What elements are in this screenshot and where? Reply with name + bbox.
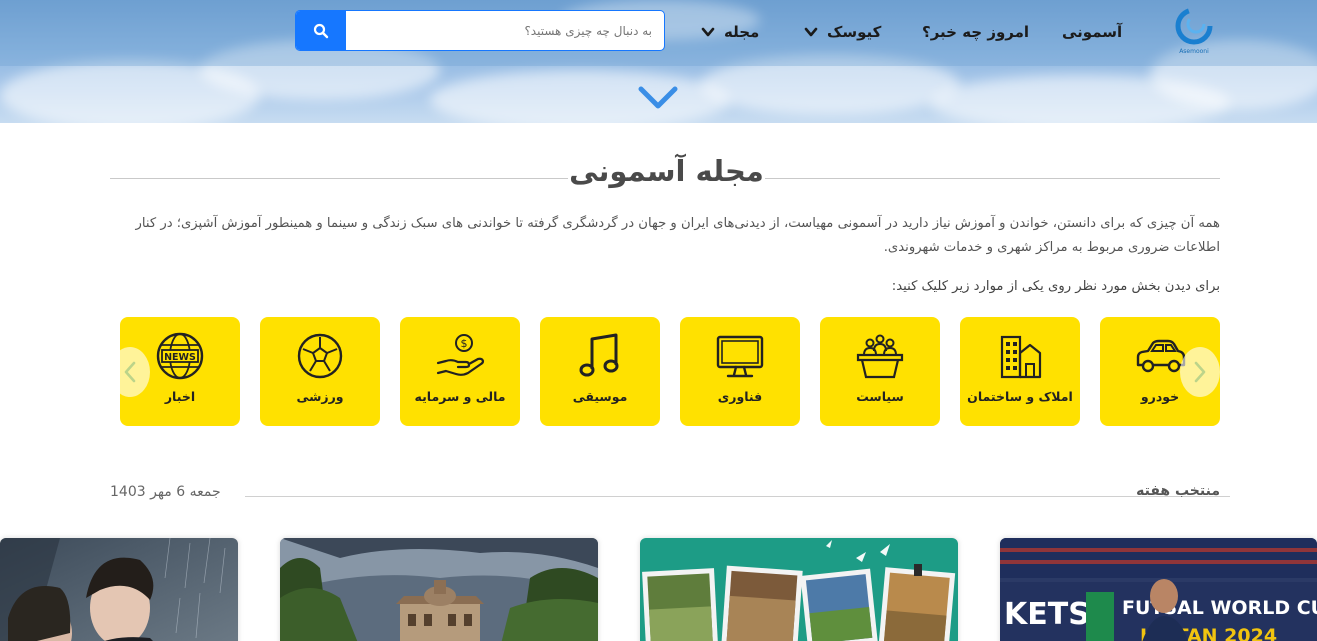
nav-item-kiosk[interactable]: کیوسک (803, 20, 881, 44)
category-hint: برای دیدن بخش مورد نظر روی یکی از موارد … (891, 279, 1220, 294)
monitor-icon (716, 335, 764, 378)
carousel-next-button[interactable] (1180, 347, 1220, 397)
category-card-technology[interactable]: فناوری (680, 317, 800, 426)
nav-item-label: مجله (724, 23, 760, 41)
article-card-travel-collage[interactable] (640, 538, 958, 641)
divider (765, 178, 1220, 179)
category-card-finance[interactable]: $ مالی و سرمایه (400, 317, 520, 426)
chevron-down-icon (701, 27, 715, 37)
nav-item-asemooni[interactable]: آسمونی (1062, 20, 1122, 44)
podium-icon (856, 334, 904, 379)
nav-item-label: آسمونی (1062, 23, 1123, 41)
search-bar (295, 10, 665, 51)
category-label: سیاست (856, 389, 904, 404)
category-card-music[interactable]: موسیقی (540, 317, 660, 426)
soccer-ball-icon (297, 333, 343, 379)
carousel-prev-button[interactable] (110, 347, 150, 397)
nav-item-magazine[interactable]: مجله (700, 20, 759, 44)
article-card-drama-poster[interactable] (0, 538, 238, 641)
weekly-picks-date: جمعه 6 مهر 1403 (110, 484, 221, 500)
site-logo[interactable]: Asemooni (1172, 4, 1216, 58)
category-card-sports[interactable]: ورزشی (260, 317, 380, 426)
search-button[interactable] (296, 11, 346, 50)
category-label: موسیقی (572, 389, 628, 404)
divider (245, 496, 1230, 497)
hero-banner: Asemooni آسمونی امروز چه خبر؟ کیوسک مجله (0, 0, 1317, 123)
article-card-futsal-world-cup[interactable]: KETS FUTSAL WORLD CUP KISTAN 2024 (1000, 538, 1317, 641)
chevron-down-icon (804, 27, 818, 37)
article-card-garden-mansion[interactable] (280, 538, 598, 641)
news-globe-icon: NEWS (156, 332, 204, 380)
category-label: املاک و ساختمان (967, 389, 1073, 404)
article-thumbnail-image (280, 538, 598, 641)
category-label: فناوری (717, 389, 763, 404)
search-input[interactable] (348, 11, 662, 50)
chevron-left-icon (124, 361, 136, 383)
scroll-down-chevron-icon[interactable] (638, 84, 678, 112)
article-thumbnail-image (640, 538, 958, 641)
svg-text:KETS: KETS (1004, 597, 1090, 632)
nav-item-today-news[interactable]: امروز چه خبر؟ (922, 20, 1029, 44)
category-label: مالی و سرمایه (414, 389, 506, 404)
svg-text:NEWS: NEWS (164, 352, 196, 363)
category-card-real-estate[interactable]: املاک و ساختمان (960, 317, 1080, 426)
category-label: ورزشی (296, 389, 344, 404)
top-navbar: Asemooni آسمونی امروز چه خبر؟ کیوسک مجله (0, 0, 1317, 66)
article-thumbnail-image: KETS FUTSAL WORLD CUP KISTAN 2024 (1000, 538, 1317, 641)
music-note-icon (579, 333, 619, 377)
intro-paragraph: همه آن چیزی که برای دانستن، خواندن و آمو… (135, 216, 1221, 255)
search-icon (313, 23, 329, 38)
chevron-right-icon (1194, 361, 1206, 383)
section-title-row: مجله آسمونی (110, 152, 1220, 202)
svg-text:$: $ (461, 337, 468, 350)
divider (110, 178, 568, 179)
category-card-politics[interactable]: سیاست (820, 317, 940, 426)
page-title: مجله آسمونی (569, 154, 764, 188)
weekly-picks-header: منتخب هفته جمعه 6 مهر 1403 (110, 480, 1230, 510)
nav-item-label: کیوسک (827, 23, 882, 41)
weekly-picks-title: منتخب هفته (1136, 483, 1220, 499)
article-thumbnail-image (0, 538, 238, 641)
building-icon (1000, 335, 1042, 379)
nav-item-label: امروز چه خبر؟ (922, 23, 1030, 41)
logo-icon (1175, 7, 1213, 45)
logo-text: Asemooni (1179, 48, 1209, 55)
money-hand-icon: $ (436, 334, 485, 376)
